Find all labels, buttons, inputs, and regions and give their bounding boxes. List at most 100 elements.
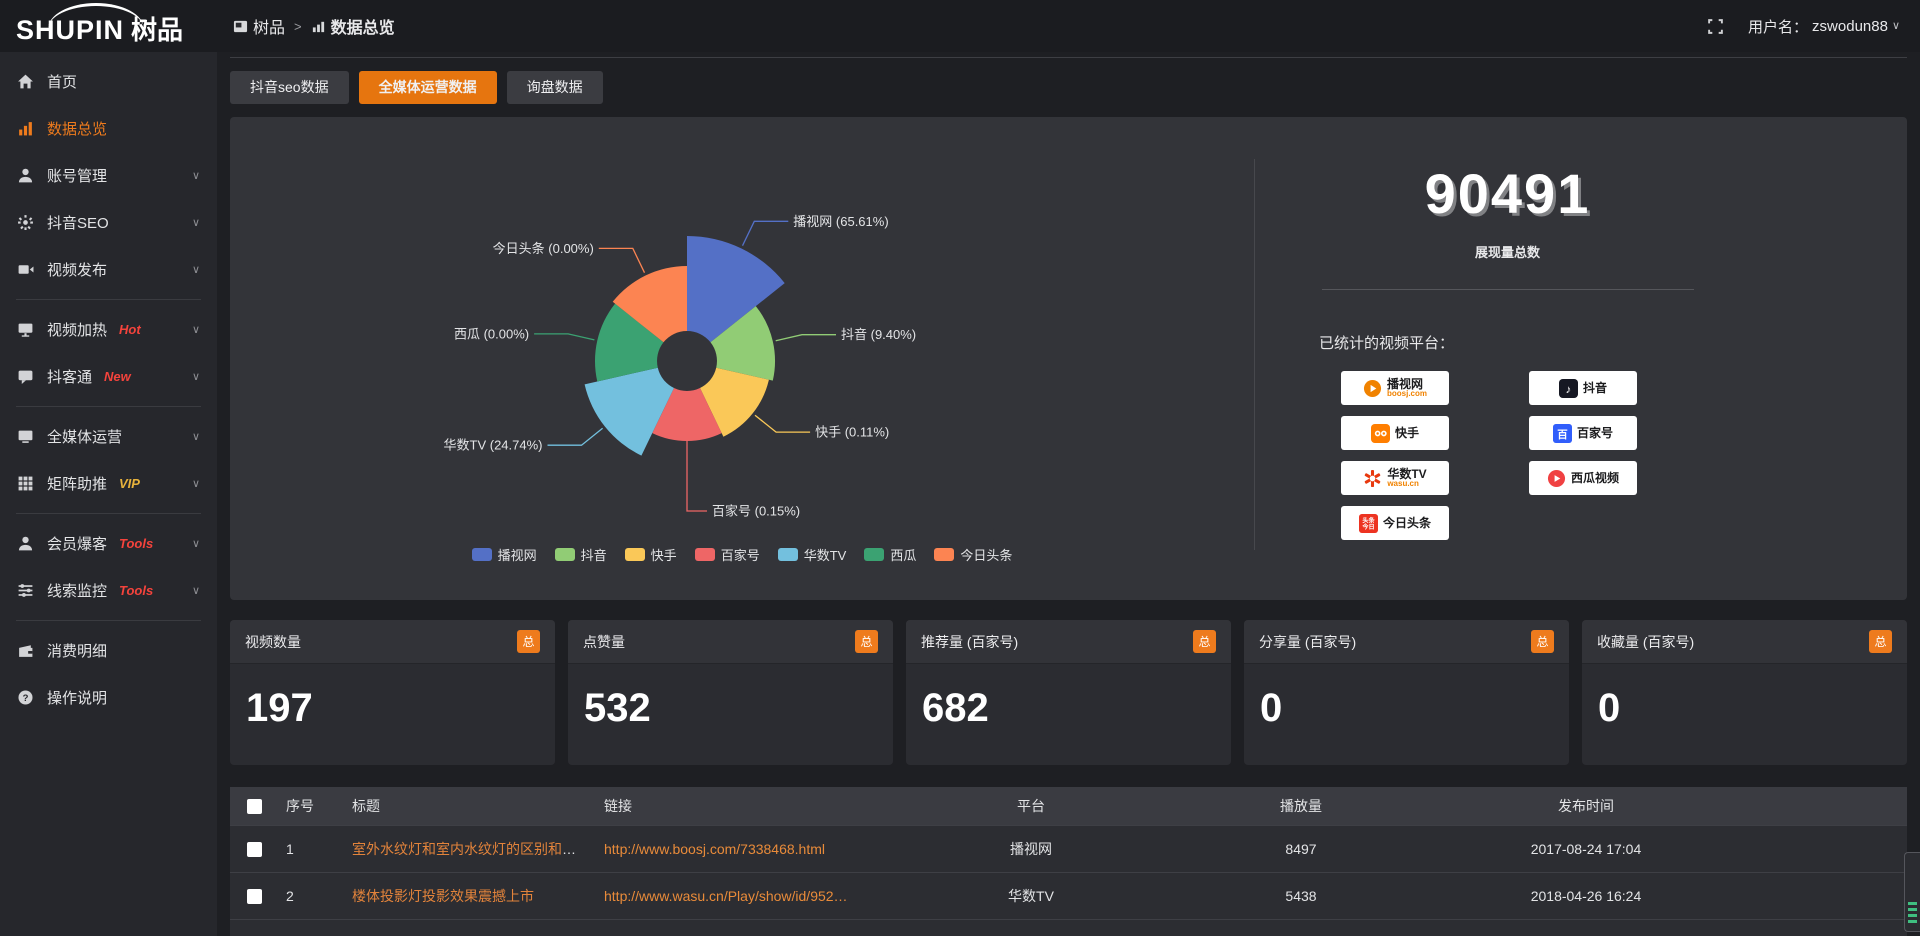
douyin-logo-icon: ♪: [1559, 379, 1578, 398]
platforms-title: 已统计的视频平台：: [1319, 332, 1907, 353]
sidebar-item-label: 抖客通: [47, 366, 92, 387]
legend-item-0[interactable]: 播视网: [472, 545, 537, 564]
screen-icon: [17, 321, 34, 338]
total-badge: 总: [517, 630, 540, 653]
chat-icon: [17, 368, 34, 385]
stat-cards-row: 视频数量总197点赞量总532推荐量 (百家号)总682分享量 (百家号)总0收…: [230, 620, 1907, 765]
overview-panel: 播视网 (65.61%)抖音 (9.40%)快手 (0.11%)百家号 (0.1…: [230, 117, 1907, 600]
legend-item-2[interactable]: 快手: [625, 545, 677, 564]
floating-widget[interactable]: [1904, 852, 1920, 932]
body-wrap: 首页数据总览账号管理 ∨ 抖音SEO∨视频发布∨ 视频加热Hot∨抖客通New∨ 全媒体…: [0, 52, 1920, 936]
platform-name: 抖音: [1583, 382, 1607, 395]
wasu-logo-icon: [1363, 469, 1382, 488]
platform-badge-text: 快手: [1395, 427, 1419, 440]
legend-label: 抖音: [581, 545, 607, 564]
legend-item-1[interactable]: 抖音: [555, 545, 607, 564]
video-url-link[interactable]: http://www.boosj.com/7338468.html: [604, 841, 825, 857]
pie-chart-area: 播视网 (65.61%)抖音 (9.40%)快手 (0.11%)百家号 (0.1…: [230, 117, 1254, 600]
select-all-checkbox[interactable]: [247, 799, 262, 814]
table-header-2: 标题: [344, 787, 596, 825]
sidebar-divider: [16, 406, 201, 407]
stat-card-title: 点赞量: [583, 632, 625, 652]
platform-badge-kuaishou: 快手: [1341, 416, 1449, 450]
platform-name: 今日头条: [1383, 517, 1431, 530]
rose-pie-chart: 播视网 (65.61%)抖音 (9.40%)快手 (0.11%)百家号 (0.1…: [230, 117, 1254, 600]
platform-badge-wasu: 华数TVwasu.cn: [1341, 461, 1449, 495]
platform-name: 快手: [1395, 427, 1419, 440]
platform-subtext: wasu.cn: [1387, 480, 1426, 488]
sidebar-item-data-overview[interactable]: 数据总览: [0, 105, 217, 152]
cell-num: 2: [278, 872, 344, 919]
stat-card-2: 点赞量总532: [568, 620, 893, 765]
row-checkbox-cell: [230, 872, 278, 919]
video-title-link[interactable]: 室外水纹灯和室内水纹灯的区别和简介: [352, 841, 590, 857]
platform-badge-boosj: 播视网boosj.com: [1341, 371, 1449, 405]
header-divider: [230, 57, 1907, 58]
sidebar-item-matrix-boost[interactable]: 矩阵助推VIP∨: [0, 460, 217, 507]
sidebar-item-tag: Tools: [119, 583, 153, 598]
platform-badge-text: 华数TVwasu.cn: [1387, 468, 1426, 489]
pie-label-3: 百家号 (0.15%): [712, 504, 800, 519]
stat-card-value: 532: [568, 664, 893, 765]
tab-2[interactable]: 全媒体运营数据: [359, 71, 497, 104]
tab-3[interactable]: 询盘数据: [507, 71, 603, 104]
sidebar-item-video-publish[interactable]: 视频发布∨: [0, 246, 217, 293]
platform-badge-toutiao: 头条今日今日头条: [1341, 506, 1449, 540]
cell-link: http://www.boosj.com/7338468.html: [596, 825, 896, 872]
gear-icon: [17, 214, 34, 231]
sidebar-item-account-management[interactable]: 账号管理 ∨: [0, 152, 217, 199]
sidebar-item-operation-guide[interactable]: ?操作说明: [0, 674, 217, 721]
platform-name: 百家号: [1577, 427, 1613, 440]
legend-item-4[interactable]: 华数TV: [778, 545, 847, 564]
chart-legend: 播视网 抖音快手百家号华数TV 西瓜今日头条: [230, 545, 1254, 564]
table-row: [230, 919, 1907, 936]
platform-subtext: boosj.com: [1387, 390, 1427, 398]
stat-card-title: 收藏量 (百家号): [1597, 632, 1694, 652]
sidebar-item-douyin-seo[interactable]: 抖音SEO∨: [0, 199, 217, 246]
cell-time: 2017-08-24 17:04: [1436, 825, 1736, 872]
sidebar-item-home[interactable]: 首页: [0, 58, 217, 105]
video-url-link[interactable]: http://www.wasu.cn/Play/show/id/952…: [604, 888, 848, 904]
bar-chart-icon: [17, 120, 34, 137]
platform-badge-text: 播视网boosj.com: [1387, 378, 1427, 399]
video-title-link[interactable]: 楼体投影灯投影效果震撼上市: [352, 888, 534, 904]
user-menu[interactable]: 用户名： zswodun88 ∨: [1748, 16, 1900, 37]
toutiao-logo-icon: 头条今日: [1359, 514, 1378, 533]
cell-title: 室外水纹灯和室内水纹灯的区别和简介: [344, 825, 596, 872]
tab-1[interactable]: 抖音seo数据: [230, 71, 349, 104]
legend-item-5[interactable]: 西瓜: [864, 545, 916, 564]
logo: SHUPIN 树品: [0, 0, 217, 52]
chevron-down-icon: ∨: [192, 169, 200, 182]
breadcrumb-current: 数据总览: [311, 14, 395, 38]
table-header-3: 链接: [596, 787, 896, 825]
sidebar-divider: [16, 513, 201, 514]
sidebar-item-consume-detail[interactable]: 消费明细: [0, 627, 217, 674]
logo-text-cn: 树品: [131, 8, 183, 52]
cell-platform: 播视网: [896, 825, 1166, 872]
breadcrumb-root[interactable]: 树品: [233, 14, 285, 38]
chevron-down-icon: ∨: [192, 323, 200, 336]
main-content: 抖音seo数据全媒体运营数据询盘数据 播视网 (65.61%)抖音 (9.40%…: [217, 52, 1920, 936]
breadcrumb: 树品 > 数据总览: [233, 14, 395, 38]
sidebar-item-label: 操作说明: [47, 687, 107, 708]
sidebar-item-video-heat[interactable]: 视频加热Hot∨: [0, 306, 217, 353]
row-checkbox[interactable]: [247, 842, 262, 857]
table-header-6: 发布时间: [1436, 787, 1736, 825]
baijiahao-logo-icon: 百: [1553, 424, 1572, 443]
chevron-down-icon: ∨: [192, 263, 200, 276]
sidebar-item-label: 矩阵助推: [47, 473, 107, 494]
legend-item-6[interactable]: 今日头条: [934, 545, 1012, 564]
cell-time: 2018-04-26 16:24: [1436, 872, 1736, 919]
row-checkbox[interactable]: [247, 889, 262, 904]
stat-card-title: 视频数量: [245, 632, 301, 652]
fullscreen-icon[interactable]: [1707, 18, 1724, 35]
pie-label-1: 抖音 (9.40%): [841, 327, 916, 342]
sidebar-item-media-operation[interactable]: 全媒体运营∨: [0, 413, 217, 460]
sidebar-item-member-baoke[interactable]: 会员爆客Tools∨: [0, 520, 217, 567]
sidebar-item-label: 账号管理: [47, 165, 107, 186]
sidebar-item-douketong[interactable]: 抖客通New∨: [0, 353, 217, 400]
legend-item-3[interactable]: 百家号: [695, 545, 760, 564]
floating-widget-stripes: [1908, 902, 1917, 926]
sidebar-item-clue-monitor[interactable]: 线索监控Tools∨: [0, 567, 217, 614]
videos-table-wrap: 序号标题链接平台播放量发布时间 1室外水纹灯和室内水纹灯的区别和简介http:/…: [230, 787, 1907, 936]
